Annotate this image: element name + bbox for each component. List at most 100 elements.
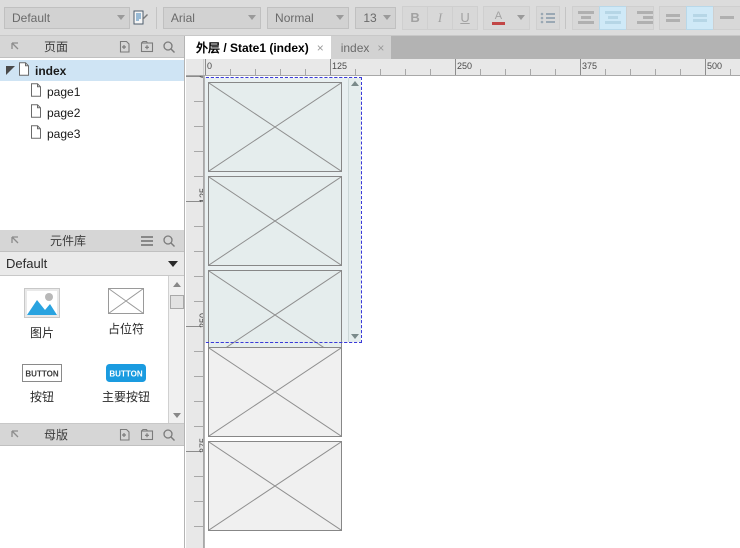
image-widget-icon — [24, 288, 60, 318]
chevron-down-icon — [168, 261, 178, 267]
collapse-arrow-icon[interactable] — [4, 425, 26, 445]
chevron-down-icon — [383, 15, 391, 20]
add-page-icon[interactable] — [114, 37, 136, 57]
scroll-down-arrow[interactable] — [169, 407, 185, 423]
placeholder-cross-icon — [209, 271, 341, 359]
collapse-arrow-icon[interactable] — [4, 37, 26, 57]
ruler-tick-minor — [194, 501, 204, 502]
chevron-down-icon — [336, 15, 344, 20]
horizontal-align-group — [572, 6, 653, 30]
ruler-tick-minor — [194, 376, 204, 377]
close-icon[interactable]: × — [317, 41, 324, 55]
tree-item-page3[interactable]: page3 — [0, 123, 184, 144]
add-folder-icon[interactable] — [136, 37, 158, 57]
widget-item-label: 主要按钮 — [102, 388, 150, 405]
align-right-button[interactable] — [626, 6, 654, 30]
widget-item-image[interactable]: 图片 — [0, 282, 84, 352]
font-color-button[interactable]: A — [483, 6, 513, 30]
search-icon[interactable] — [158, 37, 180, 57]
add-master-icon[interactable] — [114, 425, 136, 445]
pages-panel-header: 页面 — [0, 36, 184, 58]
ruler-tick-minor — [194, 176, 204, 177]
widget-item-primary-button[interactable]: BUTTON 主要按钮 — [84, 352, 168, 422]
ruler-tick-minor — [605, 69, 606, 76]
font-size-select[interactable]: 13 — [355, 7, 395, 29]
underline-button[interactable]: U — [452, 6, 478, 30]
widget-item-label: 占位符 — [108, 320, 144, 337]
search-icon[interactable] — [158, 231, 180, 251]
font-color-letter: A — [495, 11, 502, 21]
toolbar-divider — [565, 7, 566, 29]
widget-item-label: 按钮 — [30, 388, 54, 405]
italic-button[interactable]: I — [427, 6, 453, 30]
tree-item-index[interactable]: index — [0, 60, 184, 81]
masters-tree[interactable] — [0, 446, 184, 546]
placeholder-widget[interactable] — [208, 347, 342, 437]
tab-outer-state1[interactable]: 外层 / State1 (index) × — [186, 36, 331, 59]
add-folder-icon[interactable] — [136, 425, 158, 445]
close-icon[interactable]: × — [377, 41, 384, 55]
font-size-value: 13 — [363, 11, 376, 25]
ruler-tick-minor — [194, 126, 204, 127]
placeholder-widget-icon — [108, 288, 144, 314]
placeholder-cross-icon — [209, 442, 341, 530]
widget-item-button[interactable]: BUTTON 按钮 — [0, 352, 84, 422]
masters-panel-header: 母版 — [0, 424, 184, 446]
scroll-down-arrow[interactable] — [351, 334, 359, 339]
ruler-tick-minor — [194, 151, 204, 152]
widget-library-select[interactable]: Default — [0, 252, 184, 276]
font-weight-select[interactable]: Normal — [267, 7, 349, 29]
tab-index[interactable]: index × — [331, 36, 392, 59]
menu-icon[interactable] — [136, 231, 158, 251]
bullet-list-button[interactable] — [536, 6, 560, 30]
placeholder-cross-icon — [209, 177, 341, 265]
ruler-tick-minor — [194, 351, 204, 352]
scroll-up-arrow[interactable] — [169, 276, 185, 292]
app-window: Default Arial Normal 13 — [0, 0, 740, 548]
style-select[interactable]: Default — [4, 7, 130, 29]
expand-triangle-icon[interactable] — [6, 66, 15, 75]
widget-library-scrollbar[interactable] — [168, 276, 184, 423]
bold-button[interactable]: B — [402, 6, 428, 30]
ruler-label: 250 — [457, 61, 472, 71]
scrollbar-thumb[interactable] — [170, 295, 184, 309]
style-format-painter-icon — [132, 10, 148, 26]
ruler-tick-minor — [655, 69, 656, 76]
ruler-tick-minor — [380, 69, 381, 76]
valign-middle-button[interactable] — [686, 6, 714, 30]
placeholder-widget[interactable] — [208, 176, 342, 266]
placeholder-widget[interactable] — [208, 441, 342, 531]
design-canvas[interactable] — [205, 76, 740, 548]
ruler-corner — [186, 59, 204, 76]
font-family-select[interactable]: Arial — [163, 7, 261, 29]
search-icon[interactable] — [158, 425, 180, 445]
format-painter-button[interactable] — [130, 6, 151, 30]
font-color-dropdown[interactable] — [512, 6, 530, 30]
tree-item-label: page1 — [47, 85, 80, 99]
tree-item-page2[interactable]: page2 — [0, 102, 184, 123]
left-panel-column: 页面 index — [0, 36, 185, 548]
align-center-button[interactable] — [599, 6, 627, 30]
widget-library-header: 元件库 — [0, 230, 184, 252]
ruler-tick-minor — [480, 69, 481, 76]
valign-top-button[interactable] — [659, 6, 687, 30]
pages-tree[interactable]: index page1 page2 pa — [0, 58, 184, 230]
widget-item-placeholder[interactable]: 占位符 — [84, 282, 168, 352]
svg-text:BUTTON: BUTTON — [109, 370, 142, 379]
ruler-tick-minor — [730, 69, 731, 76]
scroll-up-arrow[interactable] — [351, 81, 359, 86]
horizontal-ruler[interactable]: 0125250375500625 — [186, 59, 740, 76]
align-left-button[interactable] — [572, 6, 600, 30]
ruler-tick-minor — [555, 69, 556, 76]
vertical-ruler[interactable]: 0125250375500 — [186, 76, 204, 548]
ruler-tick-minor — [355, 69, 356, 76]
dynamic-panel-scrollbar[interactable] — [348, 78, 361, 342]
ruler-label: 375 — [198, 438, 204, 453]
widget-library-body: 图片 占位符 BUTTON 按钮 — [0, 276, 184, 424]
valign-bottom-button[interactable] — [713, 6, 740, 30]
ruler-label: 0 — [207, 61, 212, 71]
tree-item-page1[interactable]: page1 — [0, 81, 184, 102]
placeholder-widget[interactable] — [208, 82, 342, 172]
ruler-tick-minor — [505, 69, 506, 76]
collapse-arrow-icon[interactable] — [4, 231, 26, 251]
